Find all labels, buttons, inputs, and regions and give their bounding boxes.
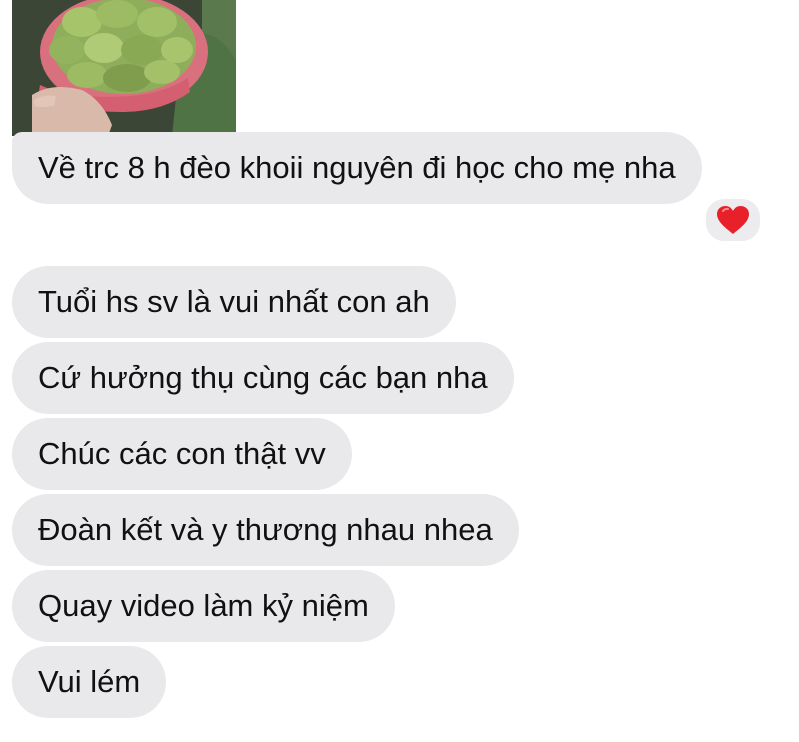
message-text: Chúc các con thật vv bbox=[38, 436, 326, 471]
photo-attachment[interactable] bbox=[12, 0, 236, 136]
message-text: Về trc 8 h đèo khoii nguyên đi học cho m… bbox=[38, 150, 676, 185]
message-text: Cứ hưởng thụ cùng các bạn nha bbox=[38, 360, 488, 395]
message-text: Quay video làm kỷ niệm bbox=[38, 588, 369, 623]
message-bubble[interactable]: Cứ hưởng thụ cùng các bạn nha bbox=[12, 342, 514, 414]
reaction-badge[interactable] bbox=[703, 196, 763, 244]
message-text: Đoàn kết và y thương nhau nhea bbox=[38, 512, 493, 547]
message-text: Tuổi hs sv là vui nhất con ah bbox=[38, 284, 430, 319]
message-bubble[interactable]: Chúc các con thật vv bbox=[12, 418, 352, 490]
message-bubble[interactable]: Vui lém bbox=[12, 646, 167, 718]
message-bubble[interactable]: Tuổi hs sv là vui nhất con ah bbox=[12, 266, 456, 338]
heart-icon bbox=[717, 206, 749, 234]
message-text: Vui lém bbox=[38, 664, 141, 699]
photo-image bbox=[12, 0, 236, 136]
message-bubble[interactable]: Về trc 8 h đèo khoii nguyên đi học cho m… bbox=[12, 132, 702, 204]
message-bubble[interactable]: Đoàn kết và y thương nhau nhea bbox=[12, 494, 519, 566]
message-bubble[interactable]: Quay video làm kỷ niệm bbox=[12, 570, 395, 642]
